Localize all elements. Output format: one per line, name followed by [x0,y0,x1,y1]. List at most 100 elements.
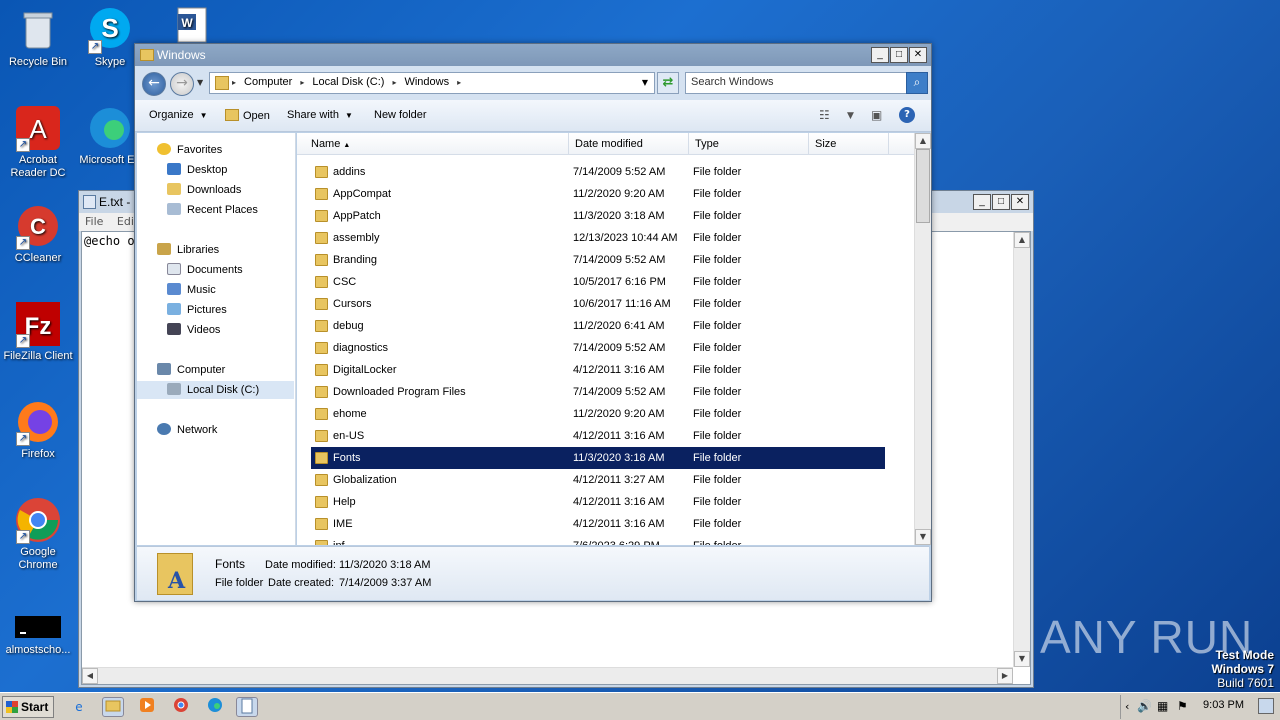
scroll-left-arrow-icon[interactable]: ◀ [82,668,98,684]
notepad-taskbar-icon[interactable] [236,697,258,717]
address-history-dropdown-icon[interactable]: ▼ [642,78,648,87]
nav-desktop[interactable]: Desktop [137,161,294,179]
view-options-dropdown-icon[interactable]: ▼ [847,111,854,121]
desktop-icon-ccleaner[interactable]: C ↗ CCleaner [0,202,76,265]
chevron-right-icon[interactable]: ▸ [232,76,236,90]
maximize-button[interactable]: □ [992,194,1010,210]
scroll-right-arrow-icon[interactable]: ▶ [997,668,1013,684]
volume-icon[interactable]: 🔊 [1137,699,1152,713]
back-button[interactable]: ← [142,72,166,96]
nav-libraries[interactable]: Libraries [137,241,294,259]
network-tray-icon[interactable]: ▦ [1157,699,1168,713]
show-hidden-icons-icon[interactable]: ‹ [1125,700,1129,713]
table-row[interactable]: Cursors 10/6/2017 11:16 AM File folder [311,293,885,315]
explorer-window[interactable]: Windows _ □ ✕ ← → ▼ ▸ Computer ▸ Local D… [134,43,932,602]
chrome-taskbar-icon[interactable] [170,697,192,717]
explorer-titlebar[interactable]: Windows _ □ ✕ [135,44,931,66]
address-bar[interactable]: ▸ Computer ▸ Local Disk (C:) ▸ Windows ▸… [209,72,655,94]
new-folder-button[interactable]: New folder [374,109,427,121]
table-row[interactable]: DigitalLocker 4/12/2011 3:16 AM File folde… [311,359,885,381]
notepad-horizontal-scrollbar[interactable]: ◀ ▶ [82,667,1013,684]
close-button[interactable]: ✕ [1011,194,1029,210]
notepad-vertical-scrollbar[interactable]: ▲ ▼ [1013,232,1030,667]
table-row[interactable]: debug 11/2/2020 6:41 AM File folder [311,315,885,337]
close-button[interactable]: ✕ [909,47,927,63]
recent-pages-dropdown-icon[interactable]: ▼ [197,78,203,87]
nav-computer[interactable]: Computer [137,361,294,379]
nav-local-disk[interactable]: Local Disk (C:) [137,381,294,399]
refresh-button[interactable]: ⇄ [657,72,679,94]
table-row[interactable]: AppCompat 11/2/2020 9:20 AM File folder [311,183,885,205]
table-row[interactable]: CSC 10/5/2017 6:16 PM File folder [311,271,885,293]
scrollbar-thumb[interactable] [916,149,930,223]
row-date-modified: 7/6/2023 6:29 PM [573,535,660,545]
nav-network[interactable]: Network [137,421,294,439]
scroll-down-arrow-icon[interactable]: ▼ [1014,651,1030,667]
table-row[interactable]: AppPatch 11/3/2020 3:18 AM File folder [311,205,885,227]
nav-music[interactable]: Music [137,281,294,299]
column-name[interactable]: Name ▲ [297,133,569,155]
chevron-right-icon[interactable]: ▸ [300,76,304,90]
shortcut-arrow-icon: ↗ [16,530,30,544]
scroll-up-arrow-icon[interactable]: ▲ [1014,232,1030,248]
desktop-icon-filezilla[interactable]: Fz ↗ FileZilla Client [0,300,76,363]
edge-taskbar-icon[interactable] [204,697,226,717]
internet-explorer-icon[interactable]: e [68,697,90,717]
minimize-button[interactable]: _ [973,194,991,210]
table-row[interactable]: en-US 4/12/2011 3:16 AM File folder [311,425,885,447]
clock[interactable]: 9:03 PM [1203,699,1244,711]
nav-favorites[interactable]: Favorites [137,141,294,159]
row-name: Downloaded Program Files [333,386,466,398]
column-date-modified[interactable]: Date modified [569,133,689,155]
preview-pane-icon[interactable]: ▣ [871,108,882,122]
nav-downloads[interactable]: Downloads [137,181,294,199]
details-pane: A Fonts Date modified: 11/3/2020 3:18 AM… [137,546,929,600]
table-row[interactable]: ehome 11/2/2020 9:20 AM File folder [311,403,885,425]
nav-documents[interactable]: Documents [137,261,294,279]
show-desktop-icon[interactable] [1258,698,1274,714]
desktop-icon-recycle-bin[interactable]: Recycle Bin [0,6,76,69]
search-input[interactable]: Search Windows [685,72,907,94]
scroll-up-arrow-icon[interactable]: ▲ [915,133,931,149]
nav-pictures[interactable]: Pictures [137,301,294,319]
change-view-icon[interactable]: ☷ [819,108,830,122]
breadcrumb-windows[interactable]: Windows [404,76,449,90]
breadcrumb-local-disk[interactable]: Local Disk (C:) [312,76,384,90]
share-with-button[interactable]: Share with ▼ [287,109,353,121]
desktop-icon-almostscho[interactable]: almostscho... [0,612,76,657]
start-button[interactable]: Start [2,696,54,718]
table-row[interactable]: Downloaded Program Files 7/14/2009 5:52 A… [311,381,885,403]
table-row[interactable]: diagnostics 7/14/2009 5:52 AM File folder [311,337,885,359]
desktop-icon-firefox[interactable]: ↗ Firefox [0,398,76,461]
breadcrumb-computer[interactable]: Computer [244,76,292,90]
table-row[interactable]: Branding 7/14/2009 5:52 AM File folder [311,249,885,271]
nav-recent-places[interactable]: Recent Places [137,201,294,219]
table-row[interactable]: Fonts 11/3/2020 3:18 AM File folder [311,447,885,469]
table-row[interactable]: inf 7/6/2023 6:29 PM File folder [311,535,885,545]
media-player-icon[interactable] [136,697,158,717]
table-row[interactable]: assembly 12/13/2023 10:44 AM File folder [311,227,885,249]
organize-button[interactable]: Organize ▼ [149,109,208,121]
minimize-button[interactable]: _ [871,47,889,63]
desktop-icon-acrobat[interactable]: A ↗ Acrobat Reader DC [0,104,76,180]
column-type[interactable]: Type [689,133,809,155]
help-icon[interactable]: ? [899,107,915,123]
table-row[interactable]: Help 4/12/2011 3:16 AM File folder [311,491,885,513]
desktop-icon-chrome[interactable]: ↗ Google Chrome [0,496,76,572]
file-list-vertical-scrollbar[interactable]: ▲ ▼ [914,133,931,545]
column-size[interactable]: Size [809,133,889,155]
scroll-down-arrow-icon[interactable]: ▼ [915,529,931,545]
maximize-button[interactable]: □ [890,47,908,63]
search-icon[interactable]: ⌕ [906,72,928,94]
table-row[interactable]: Globalization 4/12/2011 3:27 AM File folde… [311,469,885,491]
action-center-flag-icon[interactable]: ⚑ [1177,699,1188,713]
open-button[interactable]: Open [225,109,270,122]
table-row[interactable]: addins 7/14/2009 5:52 AM File folder [311,161,885,183]
nav-videos[interactable]: Videos [137,321,294,339]
chevron-right-icon[interactable]: ▸ [392,76,396,90]
explorer-taskbar-icon[interactable] [102,697,124,717]
chevron-right-icon[interactable]: ▸ [457,76,461,90]
forward-button[interactable]: → [170,72,194,96]
menu-file[interactable]: File [85,215,103,228]
table-row[interactable]: IME 4/12/2011 3:16 AM File folder [311,513,885,535]
